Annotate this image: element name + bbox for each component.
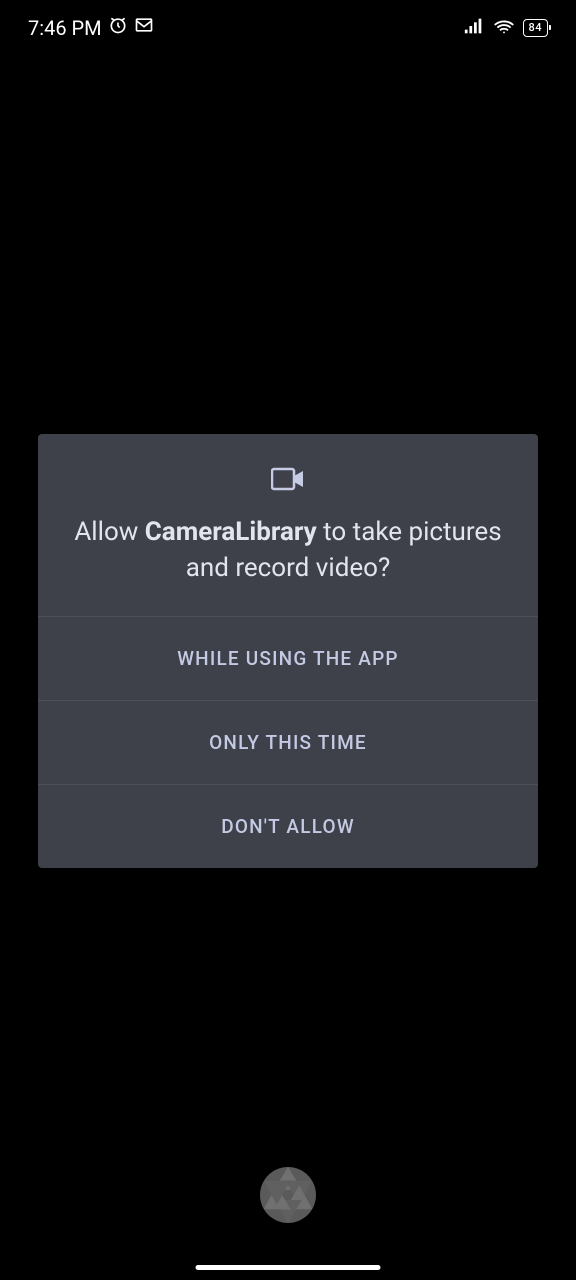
dialog-header: Allow CameraLibrary to take pictures and… [38,434,538,616]
status-bar: 7:46 PM [0,0,576,55]
status-time: 7:46 PM [28,16,102,40]
signal-icon [463,15,485,41]
wifi-icon [493,15,515,41]
status-left: 7:46 PM [28,15,154,40]
home-indicator[interactable] [196,1265,381,1270]
dialog-title: Allow CameraLibrary to take pictures and… [68,514,508,586]
dialog-title-prefix: Allow [74,517,144,547]
dialog-app-name: CameraLibrary [145,517,317,547]
dont-allow-button[interactable]: DON'T ALLOW [38,784,538,868]
status-right: 84 [463,15,548,41]
camera-shutter-icon[interactable] [258,1165,318,1225]
permission-dialog: Allow CameraLibrary to take pictures and… [38,434,538,868]
battery-indicator: 84 [523,19,548,37]
battery-level: 84 [528,21,542,34]
only-this-time-button[interactable]: ONLY THIS TIME [38,700,538,784]
gmail-icon [134,15,154,40]
alarm-icon [108,15,128,40]
while-using-app-button[interactable]: WHILE USING THE APP [38,616,538,700]
camera-video-icon [68,466,508,492]
